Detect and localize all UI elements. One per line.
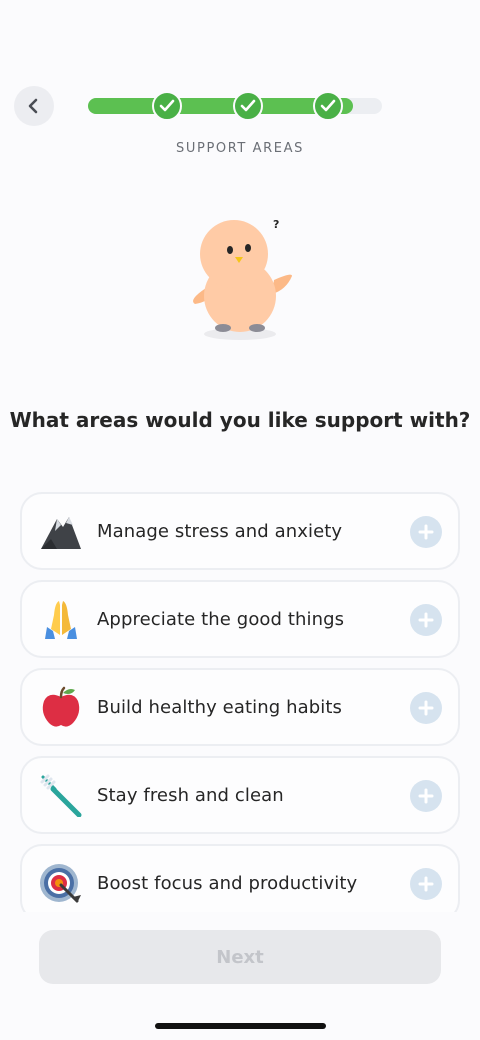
option-label: Manage stress and anxiety: [97, 520, 343, 542]
option-healthy-eating[interactable]: Build healthy eating habits: [20, 668, 460, 746]
apple-icon: [39, 685, 83, 729]
toothbrush-icon: [39, 773, 83, 817]
option-fresh-clean[interactable]: Stay fresh and clean: [20, 756, 460, 834]
folded-hands-icon: [39, 597, 83, 641]
progress-bar: [88, 91, 382, 121]
add-button[interactable]: [410, 780, 442, 812]
bird-mascot-icon: ?: [193, 218, 292, 340]
chevron-left-icon: [28, 98, 38, 114]
home-indicator: [155, 1023, 326, 1029]
bullseye-icon: [39, 861, 83, 905]
option-focus[interactable]: Boost focus and productivity: [20, 844, 460, 912]
add-button[interactable]: [410, 868, 442, 900]
step-3-check-icon: [313, 91, 343, 121]
plus-icon: [418, 612, 434, 628]
add-button[interactable]: [410, 692, 442, 724]
step-2-check-icon: [233, 91, 263, 121]
next-button[interactable]: Next: [39, 930, 441, 984]
option-label: Stay fresh and clean: [97, 784, 284, 806]
option-appreciate[interactable]: Appreciate the good things: [20, 580, 460, 658]
option-label: Appreciate the good things: [97, 608, 345, 630]
option-label: Boost focus and productivity: [97, 872, 358, 894]
mountain-icon: [39, 509, 83, 553]
option-manage-stress[interactable]: Manage stress and anxiety: [20, 492, 460, 570]
step-title: SUPPORT AREAS: [176, 141, 304, 156]
step-1-check-icon: [152, 91, 182, 121]
thought-text: ?: [273, 218, 279, 231]
plus-icon: [418, 524, 434, 540]
plus-icon: [418, 788, 434, 804]
add-button[interactable]: [410, 516, 442, 548]
option-label: Build healthy eating habits: [97, 696, 342, 718]
back-button[interactable]: [14, 86, 54, 126]
question-heading: What areas would you like support with?: [9, 408, 471, 432]
plus-icon: [418, 700, 434, 716]
plus-icon: [418, 876, 434, 892]
add-button[interactable]: [410, 604, 442, 636]
options-list: Manage stress and anxiety Appreciate the…: [20, 492, 460, 912]
